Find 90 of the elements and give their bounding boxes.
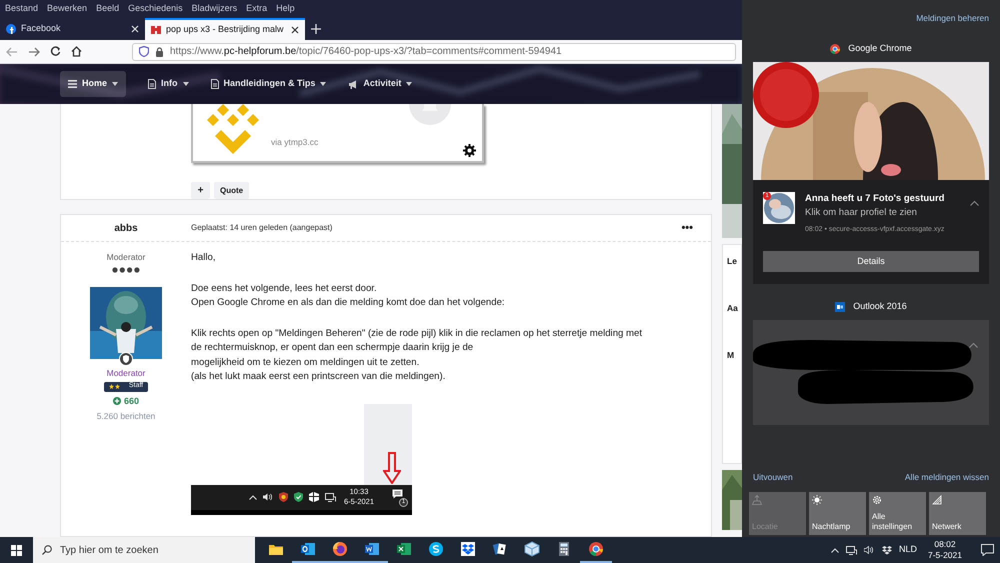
down-arrow-icon bbox=[383, 452, 401, 484]
cube-app-icon bbox=[524, 541, 540, 557]
sidebar-heading: Le bbox=[727, 255, 738, 268]
url-text: https://www.pc-helpforum.be/topic/76460-pop-ups-x3/?tab=comments#comment-594941 bbox=[170, 45, 562, 59]
clock-date[interactable]: 7-5-2021 bbox=[928, 550, 962, 561]
address-field[interactable]: https://www.pc-helpforum.be/topic/76460-pop-ups-x3/?tab=comments#comment-594941 bbox=[132, 42, 736, 60]
manage-link[interactable]: Meldingen beheren bbox=[916, 12, 989, 36]
fox-globe-icon bbox=[332, 541, 348, 557]
post-text: Doe eens het volgende, lees het eerst door. bbox=[191, 282, 378, 296]
language-indicator[interactable]: NLD bbox=[898, 543, 917, 557]
plus-circle-icon bbox=[112, 397, 121, 406]
shield-icon bbox=[139, 46, 149, 57]
chrome-icon bbox=[830, 44, 840, 54]
network-icon[interactable] bbox=[846, 546, 857, 554]
forward-icon[interactable] bbox=[28, 46, 40, 56]
search-field[interactable]: Typ hier om te zoeken bbox=[33, 537, 255, 563]
notification-icon[interactable] bbox=[392, 489, 403, 499]
source-label: via ytmp3.cc bbox=[271, 136, 318, 149]
forum-logo-icon bbox=[151, 25, 161, 35]
user-rank: Moderator bbox=[106, 251, 146, 264]
menu-item[interactable]: Extra bbox=[246, 2, 268, 16]
post-text: Hallo, bbox=[191, 251, 217, 265]
network-icon bbox=[932, 495, 942, 505]
outlook-icon bbox=[835, 302, 846, 312]
facebook-icon bbox=[6, 24, 16, 34]
box-app-icon bbox=[460, 541, 476, 557]
rank-pips-icon bbox=[112, 266, 140, 273]
location-icon bbox=[752, 495, 762, 505]
expand-link[interactable]: Uitvouwen bbox=[753, 471, 793, 484]
quote-button[interactable]: Quote bbox=[214, 182, 250, 199]
quick-action-tile[interactable]: Netwerk bbox=[929, 492, 986, 535]
new-tab-icon[interactable] bbox=[311, 24, 321, 34]
playing-cards-icon bbox=[492, 541, 508, 557]
chat-app-icon bbox=[428, 541, 444, 557]
quick-action-tile[interactable]: Alle instellingen bbox=[869, 492, 926, 535]
chrome-icon bbox=[588, 541, 604, 557]
sidebar-heading: M bbox=[727, 348, 736, 362]
chevron-up-icon bbox=[249, 494, 257, 500]
network-icon bbox=[325, 492, 336, 502]
collapse-icon[interactable] bbox=[969, 342, 978, 348]
document-app-icon bbox=[364, 541, 380, 557]
menu-item[interactable]: Help bbox=[276, 2, 295, 16]
clear-all-link[interactable]: Alle meldingen wissen bbox=[904, 471, 989, 484]
post-count: 5.260 berichten bbox=[96, 410, 156, 423]
post-date: Geplaatst: 14 uren geleden (aangepast) bbox=[191, 222, 334, 234]
sun-icon bbox=[812, 495, 822, 505]
collapse-icon[interactable] bbox=[970, 200, 979, 206]
post-text: Open Google Chrome en als dan die melding komt doe dan het volgende: bbox=[191, 296, 506, 310]
windows-start-icon[interactable] bbox=[11, 544, 22, 556]
author-name[interactable]: abbs bbox=[61, 220, 191, 236]
reputation-count: 660 bbox=[124, 394, 140, 408]
menu-item[interactable]: Bladwijzers bbox=[192, 2, 238, 16]
spreadsheet-app-icon bbox=[396, 541, 412, 557]
calculator-icon bbox=[556, 541, 572, 557]
sidebar-heading: Aa bbox=[727, 302, 739, 314]
browser-tab[interactable]: pop ups x3 - Bestrijding malw bbox=[145, 18, 305, 40]
options-button[interactable]: ••• bbox=[681, 220, 693, 236]
lock-icon bbox=[155, 46, 164, 56]
settings-icon[interactable] bbox=[463, 144, 476, 157]
reload-icon[interactable] bbox=[50, 46, 61, 57]
group-name: Moderator bbox=[106, 366, 146, 380]
app-name: Google Chrome bbox=[848, 42, 912, 56]
quick-action-tile[interactable]: Nachtlamp bbox=[809, 492, 866, 535]
settings-icon bbox=[872, 495, 882, 505]
add-button[interactable]: + bbox=[191, 182, 210, 199]
browser-tab[interactable]: Facebook bbox=[0, 18, 145, 40]
box-app-icon[interactable] bbox=[882, 546, 892, 554]
clock-time[interactable]: 08:02 bbox=[934, 539, 956, 550]
chevron-up-icon[interactable] bbox=[830, 548, 839, 552]
speaker-icon bbox=[263, 493, 273, 501]
notification-text: Klik om haar profiel te zien bbox=[805, 206, 918, 220]
menu-item[interactable]: Beeld bbox=[96, 2, 120, 16]
menu-item[interactable]: Bestand bbox=[5, 2, 38, 16]
shield-check-icon bbox=[294, 492, 303, 502]
close-tab-icon[interactable] bbox=[291, 26, 299, 34]
home-icon[interactable] bbox=[71, 46, 82, 57]
menu-item[interactable]: Bewerken bbox=[47, 2, 88, 16]
speaker-icon[interactable] bbox=[864, 546, 875, 554]
post-text: mogelijkheid om te kiezen om meldingen uit te zetten. bbox=[191, 356, 420, 370]
shield-icon bbox=[279, 492, 288, 502]
mail-app-icon bbox=[300, 541, 316, 557]
notification-title: Anna heeft u 7 Foto's gestuurd bbox=[805, 192, 946, 206]
windows-security-icon bbox=[309, 492, 319, 502]
menu-item[interactable]: Geschiedenis bbox=[128, 2, 183, 16]
search-icon bbox=[42, 545, 52, 555]
post-text: (als het lukt maak eerst een printscreen van die meldingen). bbox=[191, 370, 446, 384]
notification-icon[interactable] bbox=[981, 544, 994, 556]
stars-icon bbox=[108, 384, 121, 389]
app-name: Outlook 2016 bbox=[853, 300, 907, 314]
details-button[interactable]: Details bbox=[763, 251, 979, 272]
